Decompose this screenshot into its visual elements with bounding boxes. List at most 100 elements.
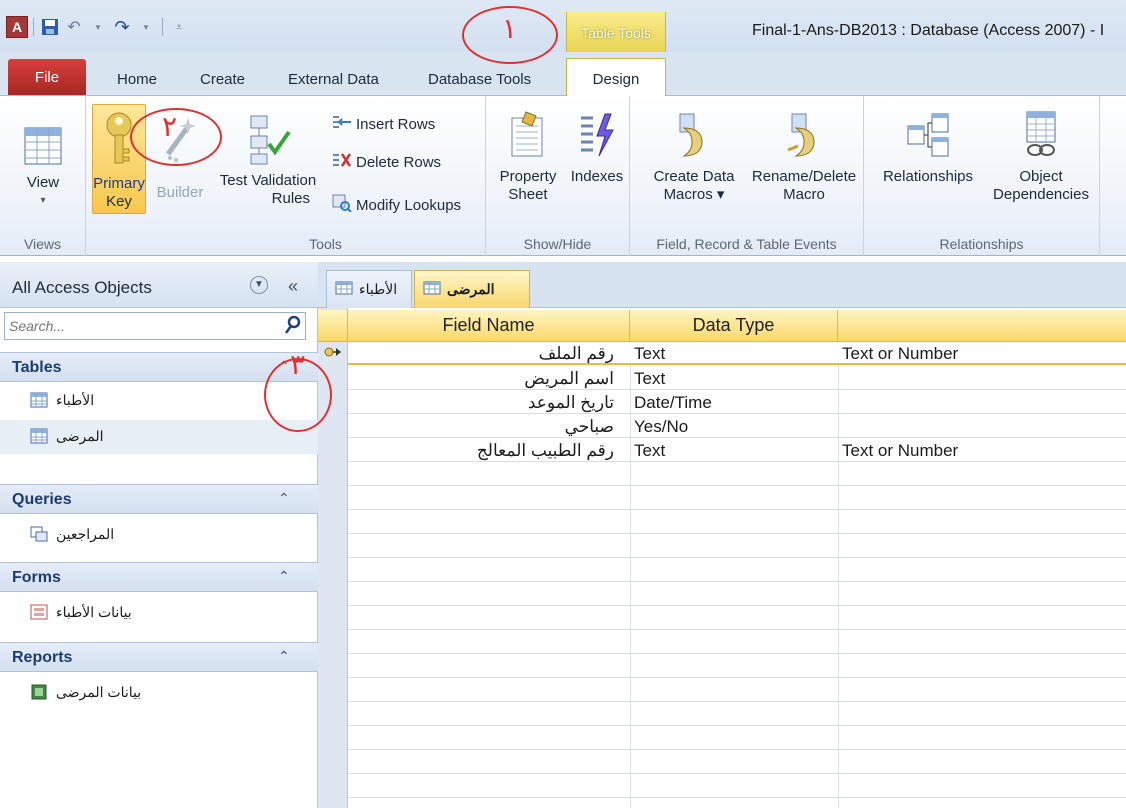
- save-icon[interactable]: [39, 16, 61, 38]
- insert-rows-button[interactable]: Insert Rows: [332, 114, 435, 134]
- field-name-cell[interactable]: رقم الملف: [348, 344, 628, 365]
- empty-row[interactable]: [348, 607, 1126, 630]
- nav-item-label: المراجعين: [56, 526, 115, 542]
- group-views: View ▾ Views: [0, 96, 86, 256]
- search-box: [4, 312, 306, 340]
- nav-item-form[interactable]: بيانات الأطباء: [0, 596, 318, 630]
- nav-group-tables[interactable]: Tables ⌃: [0, 352, 318, 382]
- builder-button[interactable]: Builder: [150, 104, 210, 202]
- window-title: Final-1-Ans-DB2013 : Database (Access 20…: [752, 22, 1105, 39]
- group-table-events: Create Data Macros ▾ Rename/Delete Macro…: [630, 96, 864, 256]
- tab-home[interactable]: Home: [117, 62, 157, 96]
- nav-title[interactable]: All Access Objects: [12, 278, 152, 298]
- collapse-pane-icon[interactable]: «: [288, 276, 298, 297]
- group-label-tools: Tools: [309, 236, 342, 252]
- doc-tab-active[interactable]: المرضى: [414, 270, 530, 308]
- property-sheet-button[interactable]: Property Sheet: [492, 110, 564, 204]
- empty-row[interactable]: [348, 631, 1126, 654]
- delete-rows-button[interactable]: Delete Rows: [332, 152, 441, 172]
- nav-group-label: Queries: [12, 491, 72, 508]
- table-row[interactable]: رقم الطبيب المعالج Text Text or Number: [348, 439, 1126, 462]
- rename-delete-macro-label-2: Macro: [783, 186, 825, 203]
- chevron-up-icon[interactable]: ⌃: [278, 648, 290, 665]
- empty-row[interactable]: [348, 727, 1126, 750]
- ribbon-tab-row: File Home Create External Data Database …: [0, 52, 1126, 97]
- empty-row[interactable]: [348, 703, 1126, 726]
- empty-row[interactable]: [348, 751, 1126, 774]
- empty-row[interactable]: [348, 655, 1126, 678]
- view-button[interactable]: View ▾: [10, 126, 76, 210]
- nav-group-label: Forms: [12, 569, 61, 586]
- empty-row[interactable]: [348, 583, 1126, 606]
- chevron-up-icon[interactable]: ⌃: [278, 358, 290, 375]
- nav-group-reports[interactable]: Reports ⌃: [0, 642, 318, 672]
- create-data-macros-label-1: Create Data: [653, 168, 735, 185]
- doc-tab[interactable]: الأطباء: [326, 270, 412, 308]
- chevron-down-icon[interactable]: ▾: [135, 16, 157, 38]
- document-area: الأطباء المرضى Field Name Data Type رقم …: [318, 262, 1126, 808]
- table-row[interactable]: رقم الملف Text Text or Number: [348, 342, 1126, 365]
- nav-group-forms[interactable]: Forms ⌃: [0, 562, 318, 592]
- nav-item-query[interactable]: المراجعين: [0, 518, 318, 552]
- nav-item-report[interactable]: بيانات المرضى: [0, 676, 318, 710]
- data-type-cell[interactable]: Text: [630, 344, 836, 365]
- empty-row[interactable]: [348, 487, 1126, 510]
- relationships-button[interactable]: Relationships: [872, 110, 984, 186]
- rename-delete-macro-button[interactable]: Rename/Delete Macro: [748, 110, 860, 204]
- create-data-macros-button[interactable]: Create Data Macros ▾: [642, 110, 746, 204]
- data-type-cell[interactable]: Text: [630, 441, 836, 462]
- field-name-cell[interactable]: تاريخ الموعد: [348, 393, 628, 414]
- empty-row[interactable]: [348, 511, 1126, 534]
- group-tools: Primary Key Builder Test Validation Rule…: [86, 96, 486, 256]
- table-row[interactable]: اسم المريض Text: [348, 367, 1126, 390]
- row-selector-column: [318, 308, 348, 808]
- customize-qat-icon[interactable]: ⩡: [168, 16, 190, 38]
- test-validation-rules-button[interactable]: Test Validation Rules: [214, 104, 322, 208]
- description-cell[interactable]: Text or Number: [838, 344, 1126, 365]
- undo-icon[interactable]: ↶: [63, 16, 85, 38]
- chevron-down-icon[interactable]: ▼: [250, 276, 268, 294]
- search-input[interactable]: [5, 313, 275, 339]
- tab-database-tools[interactable]: Database Tools: [428, 62, 531, 96]
- primary-key-button[interactable]: Primary Key: [92, 104, 146, 214]
- field-name-cell[interactable]: رقم الطبيب المعالج: [348, 441, 628, 462]
- annotation-number-2: ٢: [162, 110, 178, 143]
- header-field-name: Field Name: [348, 310, 630, 342]
- empty-row[interactable]: [348, 679, 1126, 702]
- data-type-cell[interactable]: Text: [630, 369, 836, 390]
- chevron-up-icon[interactable]: ⌃: [278, 490, 290, 507]
- empty-row[interactable]: [348, 775, 1126, 798]
- table-row[interactable]: تاريخ الموعد Date/Time: [348, 391, 1126, 414]
- empty-row[interactable]: [348, 463, 1126, 486]
- field-name-cell[interactable]: صباحي: [348, 417, 628, 438]
- table-row[interactable]: صباحي Yes/No: [348, 415, 1126, 438]
- tab-file[interactable]: File: [8, 59, 86, 95]
- modify-lookups-button[interactable]: Modify Lookups: [332, 194, 461, 216]
- tab-design[interactable]: Design: [566, 58, 666, 97]
- chevron-up-icon[interactable]: ⌃: [278, 568, 290, 585]
- description-cell[interactable]: [838, 417, 1126, 438]
- search-icon[interactable]: [284, 315, 301, 334]
- access-app-icon[interactable]: A: [6, 16, 28, 38]
- title-bar: A ↶ ▾ ↷ ▾ ⩡ Table Tools Final-1-Ans-DB20…: [0, 0, 1126, 52]
- tab-create[interactable]: Create: [200, 62, 245, 96]
- object-dependencies-button[interactable]: Object Dependencies: [986, 110, 1096, 204]
- data-type-cell[interactable]: Date/Time: [630, 393, 836, 414]
- description-cell[interactable]: [838, 369, 1126, 390]
- tab-external-data[interactable]: External Data: [288, 62, 379, 96]
- data-type-cell[interactable]: Yes/No: [630, 417, 836, 438]
- chevron-down-icon[interactable]: ▾: [87, 16, 109, 38]
- select-all-corner[interactable]: [318, 310, 348, 342]
- nav-item-table[interactable]: المرضى: [0, 420, 318, 454]
- nav-group-queries[interactable]: Queries ⌃: [0, 484, 318, 514]
- nav-item-table[interactable]: الأطباء: [0, 384, 318, 418]
- field-name-cell[interactable]: اسم المريض: [348, 369, 628, 390]
- nav-item-label: الأطباء: [56, 392, 95, 408]
- description-cell[interactable]: Text or Number: [838, 441, 1126, 462]
- redo-icon[interactable]: ↷: [111, 16, 133, 38]
- description-cell[interactable]: [838, 393, 1126, 414]
- indexes-button[interactable]: Indexes: [568, 110, 626, 186]
- empty-row[interactable]: [348, 535, 1126, 558]
- qat-separator: [33, 18, 34, 36]
- empty-row[interactable]: [348, 559, 1126, 582]
